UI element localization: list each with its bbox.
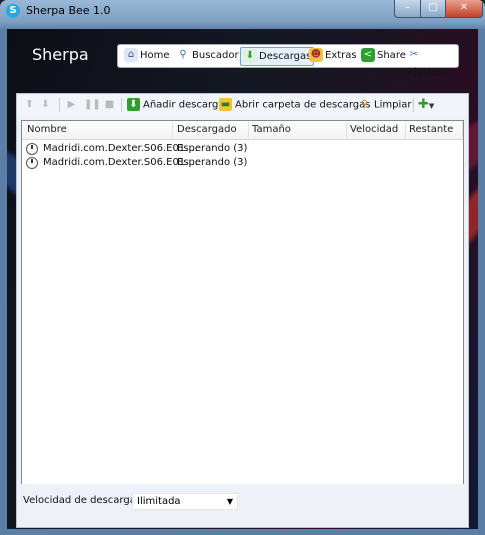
stop-button[interactable]: ■ [103,98,119,112]
speed-select-value: Ilimitada [137,496,181,507]
add-download-label: Añadir descarga [143,99,225,111]
downloads-list: Nombre Descargado Tamaño Velocidad Resta… [21,120,464,486]
play-button[interactable]: ▶ [65,98,81,112]
close-button[interactable]: ✕ [445,0,483,18]
app-name: Sherpa [32,45,89,64]
row-name: Madridi.com.Dexter.S06.E01.... [43,143,198,154]
nav-extras-label: Extras [325,50,357,61]
pause-icon: ❚❚ [84,99,101,110]
nav-ajustes[interactable]: ✂ Ajustes [407,47,458,78]
app-window: S Sherpa Bee 1.0 – □ ✕ Sherpa ⌂ Home ⚲ Bus… [0,0,485,535]
chevron-down-icon: ▼ [226,497,233,506]
tools-icon: ✂ [409,49,419,60]
title-bar[interactable]: S Sherpa Bee 1.0 – □ ✕ [0,0,485,22]
table-header: Nombre Descargado Tamaño Velocidad Resta… [22,121,463,140]
column-divider[interactable] [462,122,463,138]
nav-home[interactable]: ⌂ Home [124,47,170,64]
folder-icon: ▬ [219,98,232,111]
toolbar-separator [413,98,414,112]
download-icon: ⬇ [243,49,257,63]
maximize-button[interactable]: □ [420,0,446,18]
stop-icon: ■ [104,99,115,110]
column-divider[interactable] [405,122,406,138]
column-divider[interactable] [248,122,249,138]
main-nav: ⌂ Home ⚲ Buscador ⬇ Descargas ☻ Extras < Shar… [117,44,459,78]
arrow-down-icon: ⬇ [41,99,50,110]
broom-icon: ⚲ [360,99,369,110]
nav-share[interactable]: < Share [361,47,406,64]
nav-share-label: Share [377,50,406,61]
arrow-up-icon: ⬆ [25,99,34,110]
nav-buscador[interactable]: ⚲ Buscador [176,47,239,64]
users-icon: ☻ [309,48,323,62]
app-logo-icon: S [6,4,20,18]
open-folder-label: Abrir carpeta de descargas [235,99,371,111]
download-arrow-icon: ⬇ [127,98,140,111]
chevron-down-icon: ▼ [428,102,435,110]
pause-button[interactable]: ❚❚ [84,98,101,112]
row-downloaded: Esperando (3) [177,157,248,168]
downloads-panel: ⬆ ⬇ ▶ ❚❚ ■ ⬇ Añadir descarga ▬ Abrir carpe… [16,93,469,528]
toolbar-separator [121,98,122,112]
client-area: Sherpa ⌂ Home ⚲ Buscador ⬇ Descargas ☻ Extra… [7,29,478,529]
row-downloaded: Esperando (3) [177,143,248,154]
clear-label: Limpiar [374,99,412,111]
window-title: Sherpa Bee 1.0 [26,4,111,17]
status-bar: Velocidad de descarga: Ilimitada ▼ [17,484,468,527]
column-header-tamano[interactable]: Tamaño [252,124,291,135]
clock-icon [26,143,38,155]
more-add-dropdown[interactable]: ✚▼ [418,98,434,112]
column-divider[interactable] [346,122,347,138]
table-row[interactable]: Madridi.com.Dexter.S06.E01.... Esperando… [22,156,463,170]
clear-button[interactable]: ⚲ Limpiar [358,98,412,112]
nav-home-label: Home [140,50,170,61]
nav-buscador-label: Buscador [192,50,239,61]
row-name: Madridi.com.Dexter.S06.E01.... [43,157,198,168]
column-header-velocidad[interactable]: Velocidad [350,124,398,135]
column-divider[interactable] [172,122,173,138]
nav-descargas-label: Descargas [259,51,312,62]
nav-descargas[interactable]: ⬇ Descargas [240,47,315,66]
clock-icon [26,157,38,169]
plus-icon: ✚ [418,97,429,112]
column-header-nombre[interactable]: Nombre [27,124,67,135]
magnifier-icon: ⚲ [179,49,187,60]
toolbar-separator [59,98,60,112]
open-folder-button[interactable]: ▬ Abrir carpeta de descargas [219,98,370,112]
home-icon: ⌂ [124,48,138,62]
downloads-toolbar: ⬆ ⬇ ▶ ❚❚ ■ ⬇ Añadir descarga ▬ Abrir carpe… [17,94,468,116]
add-download-button[interactable]: ⬇ Añadir descarga [127,98,224,112]
minimize-button[interactable]: – [394,0,421,18]
column-header-restante[interactable]: Restante [409,124,453,135]
table-row[interactable]: Madridi.com.Dexter.S06.E01.... Esperando… [22,142,463,156]
column-header-descargado[interactable]: Descargado [177,124,237,135]
speed-label: Velocidad de descarga: [23,495,140,506]
move-up-button[interactable]: ⬆ [23,98,39,112]
move-down-button[interactable]: ⬇ [39,98,55,112]
nav-ajustes-label: Ajustes [407,67,444,78]
play-icon: ▶ [67,99,76,110]
share-icon: < [361,48,375,62]
nav-extras[interactable]: ☻ Extras [309,47,357,64]
speed-select[interactable]: Ilimitada ▼ [132,493,238,510]
